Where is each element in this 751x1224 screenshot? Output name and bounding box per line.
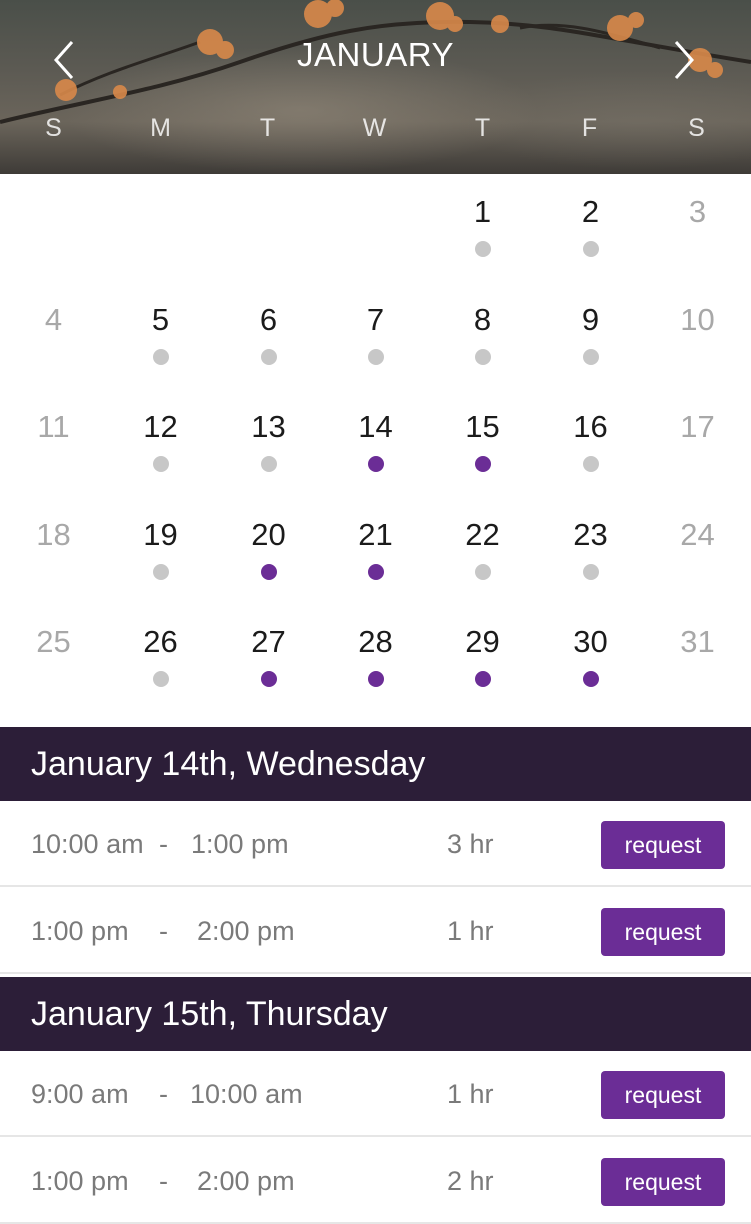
calendar-day[interactable]: 5 [107,302,214,338]
calendar-day[interactable]: 29 [429,624,536,660]
availability-dot-unavailable [153,456,169,472]
time-slot-row: 1:00 pm - 2:00 pm 1 hr request [0,888,751,974]
availability-dot-unavailable [583,456,599,472]
slot-start-time: 10:00 am [31,829,144,859]
slot-duration: 3 hr [447,829,494,859]
slot-separator: - [159,1166,168,1196]
next-month-button[interactable] [664,38,704,82]
weekday-label: M [150,114,171,142]
calendar-day[interactable]: 31 [644,624,751,660]
calendar-day[interactable]: 20 [215,517,322,553]
availability-dot-open [368,564,384,580]
slot-end-time: 1:00 pm [191,829,289,859]
weekday-label: S [45,114,62,142]
calendar-day[interactable]: 13 [215,409,322,445]
time-slot-row: 9:00 am - 10:00 am 1 hr request [0,1051,751,1137]
weekday-label: W [362,114,387,142]
calendar-day[interactable]: 18 [0,517,107,553]
availability-dot-open [368,456,384,472]
calendar-day[interactable]: 4 [0,302,107,338]
weekday-label: T [474,114,491,142]
availability-dot-unavailable [261,349,277,365]
header-background-photo [0,0,751,124]
slot-duration: 1 hr [447,916,494,946]
weekday-label: F [581,114,598,142]
calendar-header: JANUARY S M T W T F S [0,0,751,174]
calendar-day[interactable]: 1 [429,194,536,230]
slot-duration: 1 hr [447,1079,494,1109]
calendar-day[interactable]: 27 [215,624,322,660]
time-slot-row: 1:00 pm - 2:00 pm 2 hr request [0,1138,751,1224]
calendar-day[interactable]: 7 [322,302,429,338]
slot-start-time: 1:00 pm [31,1166,129,1196]
slot-duration: 2 hr [447,1166,494,1196]
availability-dot-open [475,456,491,472]
calendar-day[interactable]: 23 [537,517,644,553]
calendar-day[interactable]: 12 [107,409,214,445]
calendar-day[interactable]: 10 [644,302,751,338]
calendar-day[interactable]: 30 [537,624,644,660]
availability-dot-open [261,671,277,687]
availability-dot-unavailable [475,564,491,580]
calendar-day[interactable]: 14 [322,409,429,445]
calendar-day[interactable]: 6 [215,302,322,338]
availability-dot-unavailable [475,241,491,257]
availability-dot-unavailable [368,349,384,365]
weekday-label: T [259,114,276,142]
slot-start-time: 9:00 am [31,1079,129,1109]
request-button[interactable]: request [601,908,725,956]
calendar-day[interactable]: 24 [644,517,751,553]
calendar-day[interactable]: 17 [644,409,751,445]
availability-dot-unavailable [583,241,599,257]
calendar-day[interactable]: 11 [0,409,107,445]
calendar-day[interactable]: 2 [537,194,644,230]
chevron-right-icon [674,41,695,79]
calendar-day[interactable]: 19 [107,517,214,553]
availability-dot-open [475,671,491,687]
slot-end-time: 10:00 am [190,1079,303,1109]
calendar-day[interactable]: 9 [537,302,644,338]
calendar-day[interactable]: 16 [537,409,644,445]
availability-dot-open [261,564,277,580]
slot-end-time: 2:00 pm [197,916,295,946]
availability-dot-unavailable [475,349,491,365]
time-slot-row: 10:00 am - 1:00 pm 3 hr request [0,801,751,887]
month-title: JANUARY [297,36,454,73]
slot-separator: - [159,829,168,859]
request-button[interactable]: request [601,821,725,869]
availability-dot-unavailable [153,671,169,687]
availability-dot-unavailable [583,564,599,580]
calendar-day[interactable]: 26 [107,624,214,660]
calendar-day[interactable]: 8 [429,302,536,338]
slot-end-time: 2:00 pm [197,1166,295,1196]
slot-start-time: 1:00 pm [31,916,129,946]
slot-separator: - [159,916,168,946]
weekday-label: S [688,114,705,142]
calendar-day[interactable]: 21 [322,517,429,553]
availability-dot-unavailable [261,456,277,472]
calendar-day[interactable]: 15 [429,409,536,445]
availability-dot-unavailable [583,349,599,365]
date-header: January 15th, Thursday [0,977,751,1051]
calendar-day[interactable]: 22 [429,517,536,553]
date-header: January 14th, Wednesday [0,727,751,801]
slot-separator: - [159,1079,168,1109]
availability-dot-open [368,671,384,687]
availability-dot-unavailable [153,349,169,365]
availability-dot-unavailable [153,564,169,580]
request-button[interactable]: request [601,1071,725,1119]
calendar-day[interactable]: 28 [322,624,429,660]
calendar-day[interactable]: 25 [0,624,107,660]
availability-dot-open [583,671,599,687]
calendar-day[interactable]: 3 [644,194,751,230]
request-button[interactable]: request [601,1158,725,1206]
